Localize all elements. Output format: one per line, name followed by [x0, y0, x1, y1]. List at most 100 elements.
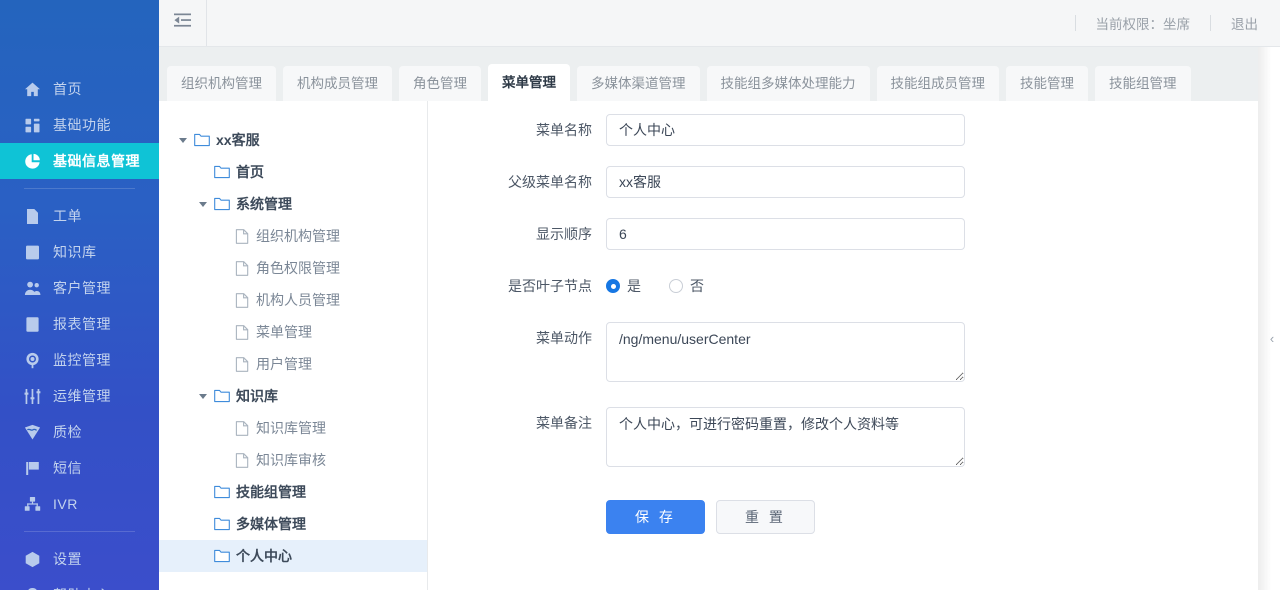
- main-panel: xx客服 首页系统管理组织机构管理角色权限管理机构人员管理 菜单管理用户管理知识库知…: [159, 101, 1258, 590]
- save-button[interactable]: 保 存: [606, 500, 705, 534]
- tree-node-5[interactable]: 机构人员管理: [159, 284, 427, 316]
- file-icon: [233, 420, 250, 437]
- tab-label: 机构成员管理: [297, 76, 378, 91]
- chevron-down-icon[interactable]: [173, 130, 193, 150]
- radio-dot-icon: [606, 279, 620, 293]
- tab-3[interactable]: 菜单管理: [488, 64, 570, 101]
- collapse-menu-button[interactable]: [159, 0, 207, 46]
- panel-shadow: [1258, 47, 1280, 590]
- folder-icon: [193, 132, 210, 149]
- sidebar-item-12[interactable]: 设置: [0, 541, 159, 577]
- is-leaf-radio-1[interactable]: 否: [669, 276, 704, 296]
- sidebar-item-10[interactable]: 短信: [0, 450, 159, 486]
- chevron-down-icon[interactable]: [193, 194, 213, 214]
- top-bar: 当前权限：坐席 退出: [159, 0, 1280, 47]
- tab-label: 技能管理: [1020, 76, 1074, 91]
- tree-node-0[interactable]: xx客服: [159, 124, 427, 156]
- is-leaf-field-wrap: 是否: [606, 270, 1258, 302]
- tree-node-11[interactable]: 技能组管理: [159, 476, 427, 508]
- tab-label: 技能组多媒体处理能力: [720, 76, 856, 91]
- sidebar-item-label: 基础信息管理: [53, 153, 140, 169]
- sidebar-item-8[interactable]: 运维管理: [0, 378, 159, 414]
- sidebar-item-6[interactable]: 报表管理: [0, 306, 159, 342]
- sidebar-item-label: 知识库: [53, 244, 97, 260]
- tree-node-12[interactable]: 多媒体管理: [159, 508, 427, 540]
- quality-icon: [24, 424, 41, 441]
- tree-node-label: 机构人员管理: [256, 292, 340, 308]
- menu-action-field-wrap: /ng/menu/userCenter: [606, 322, 1258, 387]
- tab-5[interactable]: 技能组多媒体处理能力: [706, 66, 870, 101]
- form-row-display-order: 显示顺序: [428, 218, 1258, 250]
- sidebar-item-label: 工单: [53, 208, 82, 224]
- form-row-menu-name: 菜单名称: [428, 114, 1258, 146]
- tab-label: 菜单管理: [502, 75, 556, 90]
- logout-link[interactable]: 退出: [1231, 13, 1258, 33]
- radio-label: 否: [690, 278, 704, 294]
- sidebar-item-9[interactable]: 质检: [0, 414, 159, 450]
- tab-6[interactable]: 技能组成员管理: [876, 66, 999, 101]
- top-bar-actions: 当前权限：坐席 退出: [1055, 13, 1280, 33]
- folder-icon: [213, 548, 230, 565]
- form-row-parent-menu-name: 父级菜单名称: [428, 166, 1258, 198]
- collapse-menu-icon: [173, 11, 192, 35]
- tree-node-label: 菜单管理: [256, 324, 312, 340]
- sidebar-item-5[interactable]: 客户管理: [0, 270, 159, 306]
- sidebar-item-label: 客户管理: [53, 280, 111, 296]
- sidebar-item-4[interactable]: 知识库: [0, 234, 159, 270]
- sidebar-divider: [24, 531, 135, 532]
- tree-node-2[interactable]: 系统管理: [159, 188, 427, 220]
- current-permission-label: 当前权限：坐席: [1095, 17, 1191, 32]
- sidebar-item-1[interactable]: 基础功能: [0, 107, 159, 143]
- tree-node-13[interactable]: 个人中心: [159, 540, 427, 572]
- tab-1[interactable]: 机构成员管理: [283, 66, 392, 101]
- tab-strip: 组织机构管理 机构成员管理 角色管理 菜单管理 多媒体渠道管理 技能组多媒体处理能力 技能组…: [159, 47, 1258, 101]
- file-icon: [233, 452, 250, 469]
- sidebar-item-label: 设置: [53, 551, 82, 567]
- tree-node-label: 组织机构管理: [256, 228, 340, 244]
- sidebar-item-0[interactable]: 首页: [0, 71, 159, 107]
- tab-label: 技能组成员管理: [890, 76, 986, 91]
- form-row-actions: 保 存 重 置: [428, 492, 1258, 534]
- tree-node-10[interactable]: 知识库审核: [159, 444, 427, 476]
- folder-icon: [213, 484, 230, 501]
- tab-8[interactable]: 技能组管理: [1095, 66, 1191, 101]
- file-icon: [233, 324, 250, 341]
- sidebar-item-label: IVR: [53, 496, 78, 512]
- tree-node-8[interactable]: 知识库: [159, 380, 427, 412]
- folder-icon: [213, 196, 230, 213]
- sidebar-item-label: 质检: [53, 424, 82, 440]
- tree-node-3[interactable]: 组织机构管理: [159, 220, 427, 252]
- right-panel-collapse-handle[interactable]: ‹: [1265, 320, 1279, 356]
- display-order-input[interactable]: [606, 218, 965, 250]
- tree-node-6[interactable]: 菜单管理: [159, 316, 427, 348]
- sidebar-item-7[interactable]: 监控管理: [0, 342, 159, 378]
- tab-0[interactable]: 组织机构管理: [167, 66, 276, 101]
- tree-node-9[interactable]: 知识库管理: [159, 412, 427, 444]
- tree-node-1[interactable]: 首页: [159, 156, 427, 188]
- tree-node-label: 知识库: [236, 388, 278, 404]
- menu-remark-textarea[interactable]: 个人中心，可进行密码重置，修改个人资料等: [606, 407, 965, 467]
- sidebar-item-2[interactable]: 基础信息管理: [0, 143, 159, 179]
- sidebar-item-label: 报表管理: [53, 316, 111, 332]
- tab-2[interactable]: 角色管理: [399, 66, 481, 101]
- parent-menu-name-input[interactable]: [606, 166, 965, 198]
- menu-action-textarea[interactable]: /ng/menu/userCenter: [606, 322, 965, 382]
- menu-name-input[interactable]: [606, 114, 965, 146]
- tab-7[interactable]: 技能管理: [1006, 66, 1088, 101]
- reset-button[interactable]: 重 置: [716, 500, 815, 534]
- folder-icon: [213, 164, 230, 181]
- chevron-down-icon[interactable]: [193, 386, 213, 406]
- is-leaf-radio-0[interactable]: 是: [606, 276, 641, 296]
- tree-node-4[interactable]: 角色权限管理: [159, 252, 427, 284]
- sidebar-item-label: 基础功能: [53, 117, 111, 133]
- menu-form: 菜单名称 父级菜单名称 显示顺序 是否叶子节点 是: [428, 101, 1258, 590]
- tree-node-7[interactable]: 用户管理: [159, 348, 427, 380]
- menu-action-label: 菜单动作: [536, 330, 592, 346]
- sidebar-item-11[interactable]: IVR: [0, 486, 159, 522]
- tree-node-label: 系统管理: [236, 196, 292, 212]
- sidebar-item-label: 首页: [53, 81, 82, 97]
- tab-4[interactable]: 多媒体渠道管理: [577, 66, 700, 101]
- tree-node-label: 多媒体管理: [236, 516, 306, 532]
- sidebar-item-3[interactable]: 工单: [0, 198, 159, 234]
- sidebar-item-13[interactable]: 帮助中心: [0, 577, 159, 590]
